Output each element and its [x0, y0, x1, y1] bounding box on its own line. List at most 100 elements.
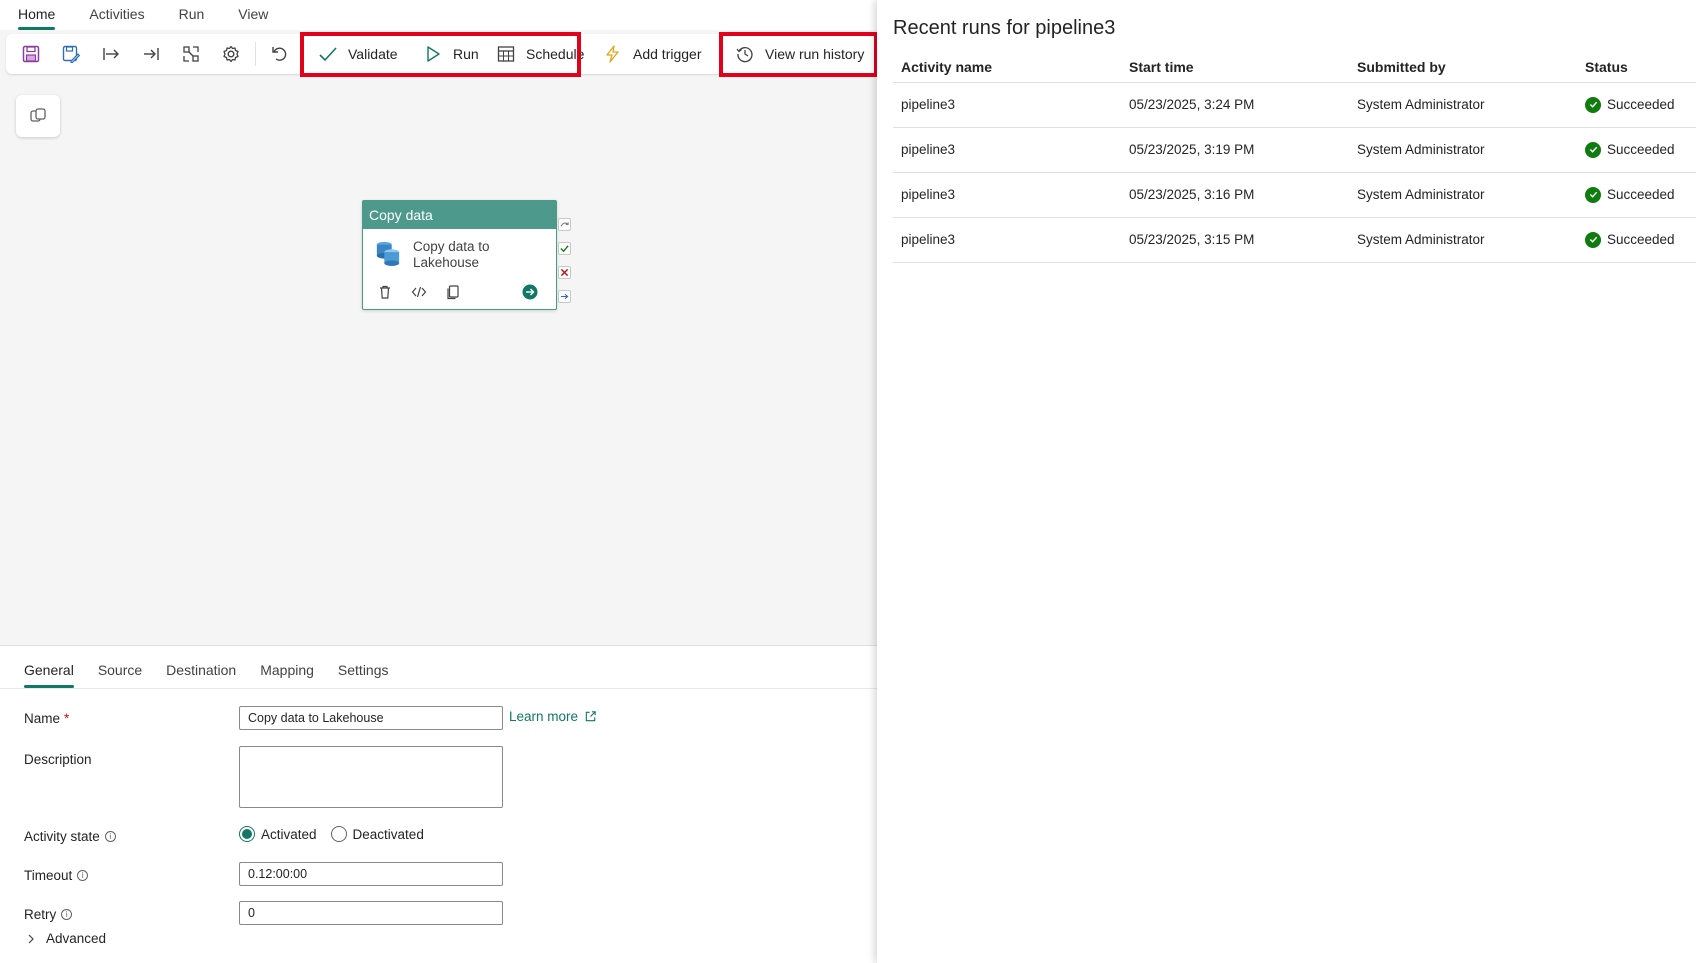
info-icon[interactable]: i — [104, 831, 116, 842]
calendar-icon — [497, 46, 515, 62]
save-as-icon[interactable] — [59, 42, 83, 66]
table-row[interactable]: pipeline3 05/23/2025, 3:19 PM System Adm… — [893, 127, 1696, 173]
table-row[interactable]: pipeline3 05/23/2025, 3:16 PM System Adm… — [893, 172, 1696, 218]
activated-label: Activated — [261, 826, 317, 842]
table-row[interactable]: pipeline3 05/23/2025, 3:24 PM System Adm… — [893, 82, 1696, 128]
table-header-row: Activity name Start time Submitted by St… — [893, 52, 1696, 83]
pipeline-editor: Home Activities Run View Validate Run Sc… — [0, 0, 878, 963]
success-port-icon[interactable] — [558, 242, 571, 255]
activity-name-line-1: Copy data to — [413, 239, 490, 254]
cell-start-time: 05/23/2025, 3:19 PM — [1121, 127, 1349, 173]
timeout-label-text: Timeout — [24, 868, 73, 883]
toolbar-separator — [255, 42, 256, 66]
radio-selected-indicator — [239, 826, 255, 842]
chevron-right-icon — [28, 934, 34, 943]
copy-data-activity[interactable]: Copy data Copy data to Lakehouse — [362, 200, 557, 310]
save-icon[interactable] — [19, 42, 43, 66]
ribbon-tabs: Home Activities Run View — [0, 0, 877, 30]
success-check-icon — [1585, 186, 1601, 203]
move-in-icon[interactable] — [99, 42, 123, 66]
view-run-history-label: View run history — [765, 46, 865, 62]
copilot-icon — [30, 108, 46, 122]
advanced-label: Advanced — [46, 931, 107, 946]
checkmark-icon — [319, 47, 337, 62]
column-header-activity-name[interactable]: Activity name — [893, 52, 1121, 83]
activity-output-ports — [558, 218, 572, 314]
description-textarea[interactable] — [239, 746, 503, 808]
go-arrow-icon[interactable] — [520, 282, 540, 302]
run-button[interactable]: Run — [423, 40, 479, 68]
add-trigger-button[interactable]: Add trigger — [603, 40, 701, 68]
name-label-text: Name — [24, 711, 61, 726]
cell-submitted-by: System Administrator — [1349, 217, 1577, 263]
canvas-copilot-button[interactable] — [16, 95, 60, 137]
retry-label-text: Retry — [24, 907, 57, 922]
cell-status: Succeeded — [1577, 172, 1696, 218]
info-icon[interactable]: i — [77, 870, 89, 881]
tab-home[interactable]: Home — [18, 0, 56, 30]
properties-tabs: General Source Destination Mapping Setti… — [24, 660, 413, 688]
cell-status: Succeeded — [1577, 127, 1696, 173]
panel-title: Recent runs for pipeline3 — [893, 17, 1116, 39]
recent-runs-panel: Recent runs for pipeline3 Activity name … — [877, 0, 1696, 963]
tab-view[interactable]: View — [238, 0, 268, 30]
activity-name-label: Copy data to Lakehouse — [413, 239, 490, 271]
cell-activity-name: pipeline3 — [893, 127, 1121, 173]
external-link-icon — [585, 711, 596, 722]
tab-source[interactable]: Source — [98, 660, 142, 688]
column-header-status[interactable]: Status — [1577, 52, 1696, 83]
cell-submitted-by: System Administrator — [1349, 172, 1577, 218]
settings-icon[interactable] — [219, 42, 243, 66]
cell-activity-name: pipeline3 — [893, 217, 1121, 263]
activity-state-field-label: Activity state i — [24, 829, 116, 844]
view-run-history-button[interactable]: View run history — [735, 40, 864, 68]
tab-general[interactable]: General — [24, 660, 74, 688]
schedule-button[interactable]: Schedule — [496, 40, 584, 68]
column-header-start-time[interactable]: Start time — [1121, 52, 1349, 83]
learn-more-link[interactable]: Learn more — [509, 709, 597, 724]
cell-submitted-by: System Administrator — [1349, 127, 1577, 173]
code-icon[interactable] — [409, 282, 429, 302]
completion-port-icon[interactable] — [558, 290, 571, 303]
required-mark: * — [64, 711, 70, 726]
column-header-submitted-by[interactable]: Submitted by — [1349, 52, 1577, 83]
status-text: Succeeded — [1607, 232, 1675, 247]
tab-destination[interactable]: Destination — [166, 660, 236, 688]
skip-port-icon[interactable] — [558, 218, 571, 231]
tab-activities[interactable]: Activities — [89, 0, 144, 30]
timeout-input[interactable] — [239, 862, 503, 886]
name-input[interactable] — [239, 706, 503, 730]
move-to-end-icon[interactable] — [139, 42, 163, 66]
info-icon[interactable]: i — [61, 909, 73, 920]
cell-activity-name: pipeline3 — [893, 82, 1121, 128]
cell-status: Succeeded — [1577, 82, 1696, 128]
fail-port-icon[interactable] — [558, 266, 571, 279]
tabs-divider — [0, 688, 877, 689]
cell-start-time: 05/23/2025, 3:16 PM — [1121, 172, 1349, 218]
name-field-label: Name * — [24, 711, 69, 726]
table-row[interactable]: pipeline3 05/23/2025, 3:15 PM System Adm… — [893, 217, 1696, 263]
advanced-expander[interactable]: Advanced — [26, 931, 106, 946]
auto-layout-icon[interactable] — [179, 42, 203, 66]
success-check-icon — [1585, 141, 1601, 158]
cell-status: Succeeded — [1577, 217, 1696, 263]
tab-run[interactable]: Run — [179, 0, 205, 30]
deactivated-radio[interactable]: Deactivated — [330, 826, 424, 842]
tab-settings[interactable]: Settings — [338, 660, 389, 688]
cell-start-time: 05/23/2025, 3:15 PM — [1121, 217, 1349, 263]
tab-mapping[interactable]: Mapping — [260, 660, 314, 688]
validate-label: Validate — [348, 46, 398, 62]
validate-button[interactable]: Validate — [318, 40, 398, 68]
copy-icon[interactable] — [443, 282, 463, 302]
add-trigger-label: Add trigger — [633, 46, 702, 62]
deactivated-label: Deactivated — [352, 826, 424, 842]
undo-icon[interactable] — [267, 42, 291, 66]
cell-activity-name: pipeline3 — [893, 172, 1121, 218]
success-check-icon — [1585, 231, 1601, 248]
activated-radio[interactable]: Activated — [239, 826, 317, 842]
schedule-label: Schedule — [526, 46, 585, 62]
retry-field-label: Retry i — [24, 907, 73, 922]
radio-unselected-indicator — [330, 826, 347, 842]
delete-icon[interactable] — [375, 282, 395, 302]
retry-input[interactable] — [239, 901, 503, 925]
